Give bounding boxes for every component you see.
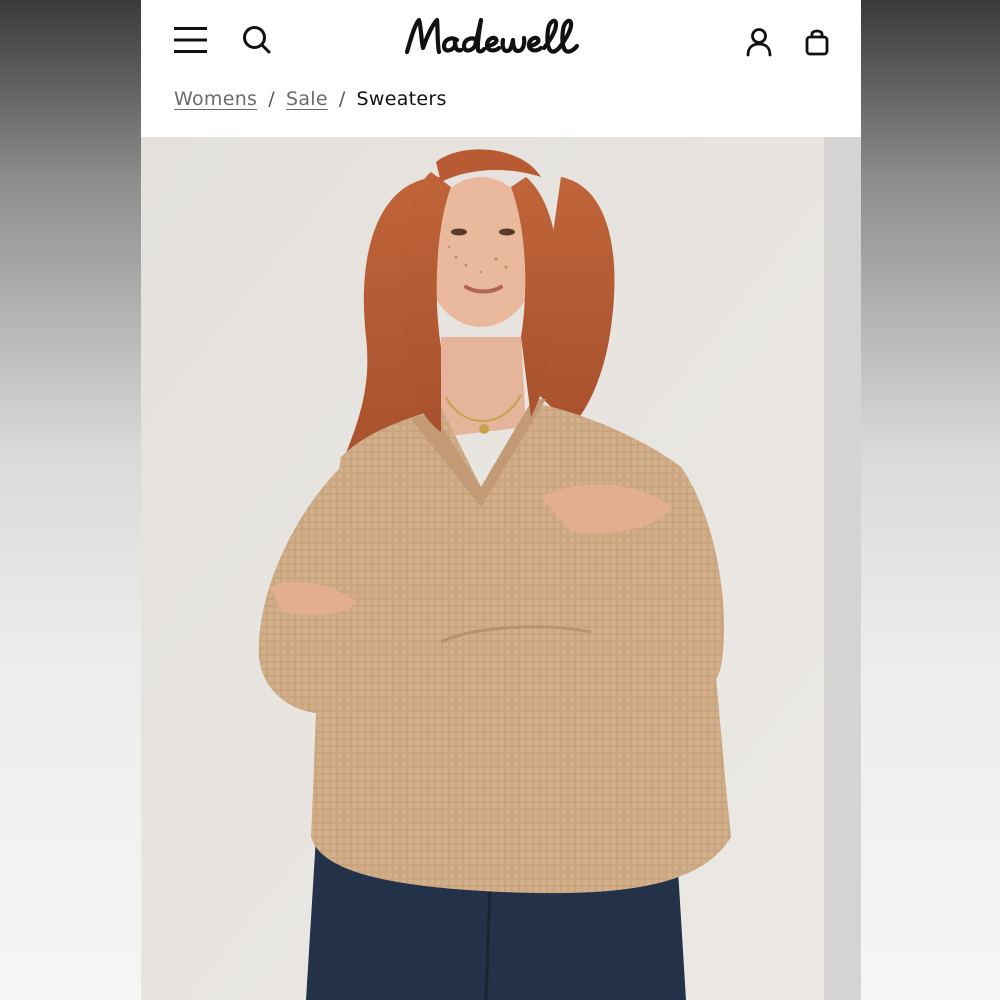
brand-logo[interactable]: Madewell xyxy=(391,10,611,70)
product-image[interactable] xyxy=(141,137,824,1000)
breadcrumb-separator: / xyxy=(338,88,346,110)
screen-frame: Madewell xyxy=(0,0,1000,1000)
account-button[interactable] xyxy=(739,22,779,62)
madewell-wordmark xyxy=(404,17,580,55)
search-icon xyxy=(243,26,271,54)
account-icon xyxy=(746,28,772,57)
brand-name: Madewell xyxy=(391,10,392,11)
shopping-bag-icon xyxy=(805,29,829,56)
breadcrumb-sale[interactable]: Sale xyxy=(286,88,328,110)
product-photo-illustration xyxy=(141,137,824,1000)
breadcrumb-separator: / xyxy=(268,88,275,110)
site-header: Madewell xyxy=(141,0,861,137)
mobile-viewport: Madewell xyxy=(141,0,861,1000)
search-button[interactable] xyxy=(237,20,277,60)
breadcrumb-sweaters: Sweaters xyxy=(356,88,447,110)
menu-button[interactable] xyxy=(171,20,211,60)
breadcrumb: Womens / Sale / Sweaters xyxy=(174,84,447,114)
next-image-peek[interactable] xyxy=(824,137,861,1000)
shopping-bag-button[interactable] xyxy=(797,22,837,62)
menu-icon xyxy=(174,27,207,53)
breadcrumb-womens[interactable]: Womens xyxy=(174,88,257,110)
